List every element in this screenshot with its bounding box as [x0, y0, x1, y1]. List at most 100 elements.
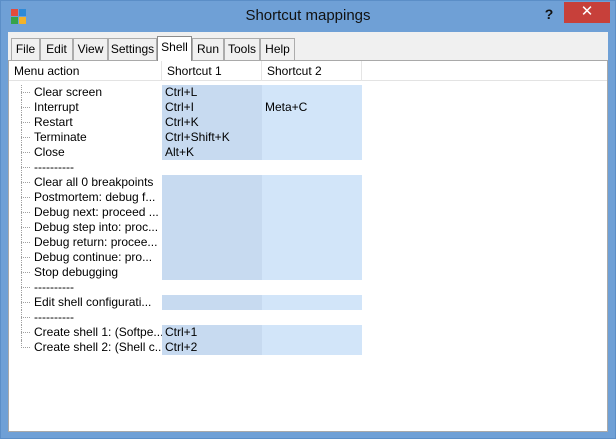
shortcut-2-cell[interactable]	[262, 115, 362, 130]
separator-row: ----------	[9, 280, 607, 295]
shortcut-1-cell[interactable]	[162, 235, 262, 250]
separator-row: ----------	[9, 310, 607, 325]
client-area: File Edit View Settings Shell Run Tools …	[8, 32, 608, 432]
table-row[interactable]: Create shell 2: (Shell c... Ctrl+2	[9, 340, 607, 355]
table-row[interactable]: Debug next: proceed ...	[9, 205, 607, 220]
separator-label: ----------	[34, 160, 74, 174]
tree-connector	[21, 242, 30, 243]
shortcut-1-cell[interactable]: Ctrl+L	[162, 85, 262, 100]
tab-file[interactable]: File	[11, 38, 40, 60]
shortcut-1-cell[interactable]	[162, 295, 262, 310]
menu-action-label: Interrupt	[34, 100, 79, 114]
table-row[interactable]: Interrupt Ctrl+I Meta+C	[9, 100, 607, 115]
menu-action-label: Stop debugging	[34, 265, 119, 279]
shortcut-1-cell[interactable]: Alt+K	[162, 145, 262, 160]
table-row[interactable]: Clear screen Ctrl+L	[9, 85, 607, 100]
column-header-shortcut-2[interactable]: Shortcut 2	[262, 61, 362, 81]
shortcut-1-cell[interactable]	[162, 205, 262, 220]
shortcut-2-cell[interactable]	[262, 205, 362, 220]
table-row[interactable]: Clear all 0 breakpoints	[9, 175, 607, 190]
tab-view[interactable]: View	[73, 38, 108, 60]
shortcut-2-cell[interactable]	[262, 295, 362, 310]
column-header-menu-action[interactable]: Menu action	[9, 61, 162, 81]
table-row[interactable]: Debug continue: pro...	[9, 250, 607, 265]
shortcut-2-cell[interactable]	[262, 190, 362, 205]
shortcut-1-cell[interactable]: Ctrl+I	[162, 100, 262, 115]
tree-connector	[21, 332, 30, 333]
tree-connector	[21, 197, 30, 198]
shortcut-1-cell[interactable]	[162, 250, 262, 265]
menu-action-label: Debug continue: pro...	[34, 250, 153, 264]
shortcut-2-cell[interactable]	[262, 175, 362, 190]
table-header: Menu action Shortcut 1 Shortcut 2	[9, 61, 607, 81]
table-row[interactable]: Debug step into: proc...	[9, 220, 607, 235]
shortcut-1-cell[interactable]	[162, 220, 262, 235]
help-button[interactable]: ?	[538, 4, 560, 24]
title-bar[interactable]: Shortcut mappings ? ✕	[1, 1, 615, 32]
tree-connector	[21, 257, 30, 258]
close-button[interactable]: ✕	[564, 2, 610, 23]
tree-connector	[21, 287, 30, 288]
separator-label: ----------	[34, 280, 74, 294]
shortcut-1-cell[interactable]	[162, 190, 262, 205]
table-row[interactable]: Create shell 1: (Softpe... Ctrl+1	[9, 325, 607, 340]
tab-shell[interactable]: Shell	[157, 36, 192, 61]
menu-action-label: Clear all 0 breakpoints	[34, 175, 154, 189]
shortcut-1-cell[interactable]	[162, 265, 262, 280]
shortcut-2-cell[interactable]	[262, 85, 362, 100]
menu-action-label: Edit shell configurati...	[34, 295, 152, 309]
menu-action-label: Debug step into: proc...	[34, 220, 159, 234]
tree-connector	[21, 107, 30, 108]
tab-help[interactable]: Help	[260, 38, 295, 60]
table-row[interactable]: Debug return: procee...	[9, 235, 607, 250]
shortcut-1-cell[interactable]: Ctrl+1	[162, 325, 262, 340]
shortcut-2-cell[interactable]	[262, 145, 362, 160]
shortcut-2-cell[interactable]: Meta+C	[262, 100, 362, 115]
shortcut-2-cell[interactable]	[262, 325, 362, 340]
tab-tools[interactable]: Tools	[224, 38, 260, 60]
main-window: Shortcut mappings ? ✕ File Edit View Set…	[0, 0, 616, 439]
shortcut-1-cell[interactable]: Ctrl+K	[162, 115, 262, 130]
menu-action-label: Restart	[34, 115, 73, 129]
shortcut-1-cell[interactable]	[162, 175, 262, 190]
table-row[interactable]: Close Alt+K	[9, 145, 607, 160]
shortcut-1-cell[interactable]: Ctrl+Shift+K	[162, 130, 262, 145]
tree-connector	[21, 167, 30, 168]
tree-connector	[21, 122, 30, 123]
separator-row: ----------	[9, 160, 607, 175]
shortcut-table: Menu action Shortcut 1 Shortcut 2 Clear …	[8, 60, 608, 432]
close-icon: ✕	[580, 3, 594, 20]
tree-connector	[21, 92, 30, 93]
shortcut-2-cell[interactable]	[262, 265, 362, 280]
column-header-shortcut-1[interactable]: Shortcut 1	[162, 61, 262, 81]
tab-settings[interactable]: Settings	[108, 38, 157, 60]
tab-edit[interactable]: Edit	[40, 38, 73, 60]
tree-connector	[21, 347, 30, 348]
menu-action-label: Terminate	[34, 130, 87, 144]
menu-action-label: Debug next: proceed ...	[34, 205, 159, 219]
shortcut-2-cell[interactable]	[262, 340, 362, 355]
window-title: Shortcut mappings	[245, 7, 371, 24]
shortcut-2-cell[interactable]	[262, 250, 362, 265]
table-row[interactable]: Terminate Ctrl+Shift+K	[9, 130, 607, 145]
shortcut-2-cell[interactable]	[262, 235, 362, 250]
menu-action-label: Create shell 2: (Shell c...	[34, 340, 165, 354]
menu-action-label: Clear screen	[34, 85, 103, 99]
tree-connector	[21, 152, 30, 153]
tree-connector	[21, 302, 30, 303]
shortcut-2-cell[interactable]	[262, 220, 362, 235]
menu-action-label: Close	[34, 145, 65, 159]
menu-action-label: Create shell 1: (Softpe...	[34, 325, 164, 339]
table-row[interactable]: Postmortem: debug f...	[9, 190, 607, 205]
shortcut-1-cell[interactable]: Ctrl+2	[162, 340, 262, 355]
separator-label: ----------	[34, 310, 74, 324]
tree-connector	[21, 317, 30, 318]
tab-run[interactable]: Run	[192, 38, 224, 60]
menu-action-label: Postmortem: debug f...	[34, 190, 156, 204]
shortcut-2-cell[interactable]	[262, 130, 362, 145]
table-row[interactable]: Stop debugging	[9, 265, 607, 280]
menu-tabs: File Edit View Settings Shell Run Tools …	[8, 36, 608, 62]
table-row[interactable]: Edit shell configurati...	[9, 295, 607, 310]
tree-connector	[21, 212, 30, 213]
table-row[interactable]: Restart Ctrl+K	[9, 115, 607, 130]
